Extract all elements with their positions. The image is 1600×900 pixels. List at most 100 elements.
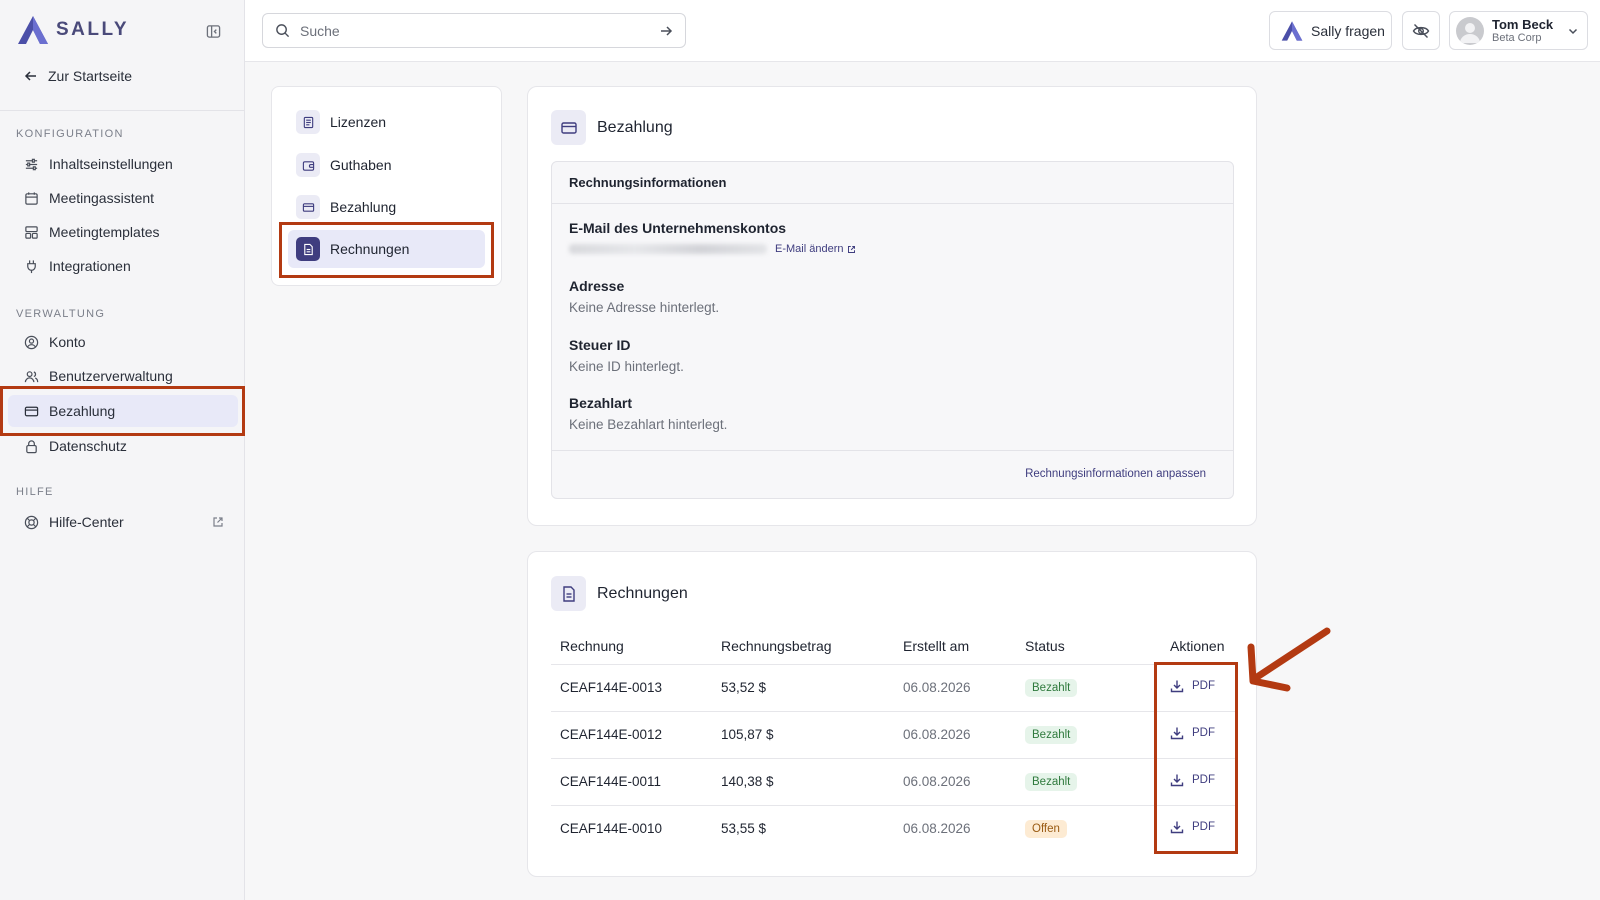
- external-link-icon: [212, 516, 224, 528]
- users-icon: [24, 370, 39, 382]
- invoice-amount: 140,38 $: [712, 758, 894, 806]
- user-info: Tom Beck Beta Corp: [1492, 17, 1553, 45]
- invoice-id: CEAF144E-0011: [551, 758, 712, 806]
- invoice-date: 06.08.2026: [894, 664, 1016, 712]
- logo-text: SALLY: [56, 19, 130, 40]
- user-avatar-icon: [1460, 22, 1480, 43]
- status-badge: Bezahlt: [1025, 678, 1078, 697]
- wallet-icon: [296, 153, 320, 177]
- column-header-betrag: Rechnungsbetrag: [712, 628, 894, 665]
- arrow-right-icon[interactable]: [659, 24, 673, 38]
- invoice-amount: 53,52 $: [712, 664, 894, 712]
- table-row: CEAF144E-0013 53,52 $ 06.08.2026 Bezahlt…: [551, 664, 1236, 712]
- sidebar-divider: [0, 110, 245, 111]
- column-header-aktionen: Aktionen: [1161, 628, 1236, 665]
- column-header-status: Status: [1016, 628, 1161, 665]
- invoice-id: CEAF144E-0012: [551, 711, 712, 759]
- invoice-id: CEAF144E-0013: [551, 664, 712, 712]
- section-label-hilfe: HILFE: [16, 486, 54, 498]
- user-name: Tom Beck: [1492, 16, 1554, 32]
- invoices-table: Rechnung Rechnungsbetrag Erstellt am Sta…: [551, 628, 1236, 852]
- blurred-email-value: [569, 244, 767, 254]
- external-link-icon: [848, 245, 856, 253]
- subnav-item-lizenzen[interactable]: Lizenzen: [288, 103, 485, 141]
- sliders-icon: [25, 158, 38, 170]
- billing-card-header: Bezahlung: [551, 110, 673, 145]
- calendar-icon: [25, 191, 38, 205]
- payment-method-label: Bezahlart: [569, 395, 633, 411]
- invoices-card-title: Rechnungen: [597, 584, 688, 602]
- section-label-verwaltung: VERWALTUNG: [16, 308, 106, 320]
- section-label-konfiguration: KONFIGURATION: [16, 128, 124, 140]
- tax-id-value: Keine ID hinterlegt.: [569, 359, 684, 374]
- plug-icon: [27, 259, 36, 273]
- sidebar-item-meetingtemplates[interactable]: Meetingtemplates: [8, 216, 238, 248]
- back-to-home-link[interactable]: Zur Startseite: [24, 68, 132, 84]
- sally-logo-icon: [18, 16, 48, 44]
- sidebar-item-label: Integrationen: [49, 258, 131, 274]
- chevron-down-icon: [1569, 28, 1578, 34]
- email-label: E-Mail des Unternehmenskontos: [569, 220, 787, 236]
- sidebar-item-label: Meetingtemplates: [49, 224, 160, 240]
- invoice-amount: 53,55 $: [721, 821, 767, 837]
- subnav-item-label: Lizenzen: [330, 114, 387, 130]
- user-menu-button[interactable]: Tom Beck Beta Corp: [1449, 11, 1588, 50]
- sidebar-item-label: Konto: [49, 334, 86, 350]
- table-row: CEAF144E-0011 140,38 $ 06.08.2026 Bezahl…: [551, 758, 1236, 806]
- address-label: Adresse: [569, 278, 625, 294]
- table-row: CEAF144E-0012 105,87 $ 06.08.2026 Bezahl…: [551, 711, 1236, 759]
- sidebar-item-label: Meetingassistent: [49, 190, 155, 206]
- subnav-item-guthaben[interactable]: Guthaben: [288, 146, 485, 184]
- edit-billing-info-link[interactable]: Rechnungsinformationen anpassen: [1025, 468, 1206, 480]
- status-badge: Bezahlt: [1025, 772, 1078, 791]
- billing-info-title: Rechnungsinformationen: [552, 162, 1233, 204]
- sidebar-item-meetingassistent[interactable]: Meetingassistent: [8, 182, 238, 214]
- sidebar-item-integrationen[interactable]: Integrationen: [8, 250, 238, 282]
- billing-card: Bezahlung Rechnungsinformationen E-Mail …: [527, 86, 1257, 526]
- status-badge: Bezahlt: [1025, 725, 1078, 744]
- user-org: Beta Corp: [1492, 31, 1542, 44]
- subnav-item-label: Guthaben: [330, 157, 392, 173]
- search-icon: [276, 24, 290, 38]
- document-icon: [296, 110, 320, 134]
- user-circle-icon: [24, 335, 39, 349]
- subnav-item-label: Bezahlung: [330, 199, 397, 215]
- address-value: Keine Adresse hinterlegt.: [569, 300, 720, 315]
- search-input[interactable]: [300, 22, 649, 39]
- invoice-date: 06.08.2026: [894, 711, 1016, 759]
- column-header-rechnung: Rechnung: [551, 628, 712, 665]
- invoices-card-header: Rechnungen: [551, 576, 688, 611]
- invoice-date: 06.08.2026: [903, 821, 971, 837]
- invoices-card: Rechnungen Rechnung Rechnungsbetrag Erst…: [527, 551, 1257, 877]
- sidebar-item-inhaltseinstellungen[interactable]: Inhaltseinstellungen: [8, 148, 238, 180]
- invoice-amount: 105,87 $: [712, 711, 894, 759]
- arrow-left-icon: [24, 71, 36, 81]
- topbar: Sally fragen Tom Beck Beta Corp: [245, 0, 1600, 62]
- sidebar: SALLY Zur Startseite KONFIGURATION Inhal…: [0, 0, 245, 900]
- avatar: [1456, 16, 1484, 45]
- status-badge: Offen: [1025, 819, 1067, 838]
- lifebuoy-icon: [24, 515, 39, 529]
- tax-id-label: Steuer ID: [569, 337, 631, 353]
- sally-logo-icon: [1281, 20, 1303, 41]
- credit-card-icon: [296, 195, 320, 219]
- table-row: CEAF144E-0010 53,55 $ 06.08.2026 Offen P…: [551, 805, 1236, 852]
- billing-card-title: Bezahlung: [597, 118, 673, 136]
- eye-off-icon: [1412, 23, 1430, 38]
- change-email-link[interactable]: E-Mail ändern: [775, 243, 856, 255]
- ask-sally-button[interactable]: Sally fragen: [1269, 11, 1392, 50]
- collapse-sidebar-icon[interactable]: [204, 22, 222, 40]
- invoice-id: CEAF144E-0010: [560, 821, 663, 837]
- highlight-box-subnav: [279, 222, 494, 278]
- privacy-toggle-button[interactable]: [1402, 11, 1440, 50]
- subnav-item-bezahlung[interactable]: Bezahlung: [288, 188, 485, 226]
- payment-method-value: Keine Bezahlart hinterlegt.: [569, 417, 728, 432]
- search-bar[interactable]: [262, 13, 686, 48]
- sidebar-item-label: Datenschutz: [49, 438, 127, 454]
- sidebar-item-konto[interactable]: Konto: [8, 326, 238, 358]
- change-email-label: E-Mail ändern: [775, 243, 844, 255]
- logo[interactable]: SALLY: [16, 14, 129, 46]
- sidebar-item-label: Hilfe-Center: [49, 514, 124, 530]
- back-link-label: Zur Startseite: [48, 68, 133, 84]
- sidebar-item-hilfe-center[interactable]: Hilfe-Center: [8, 506, 238, 538]
